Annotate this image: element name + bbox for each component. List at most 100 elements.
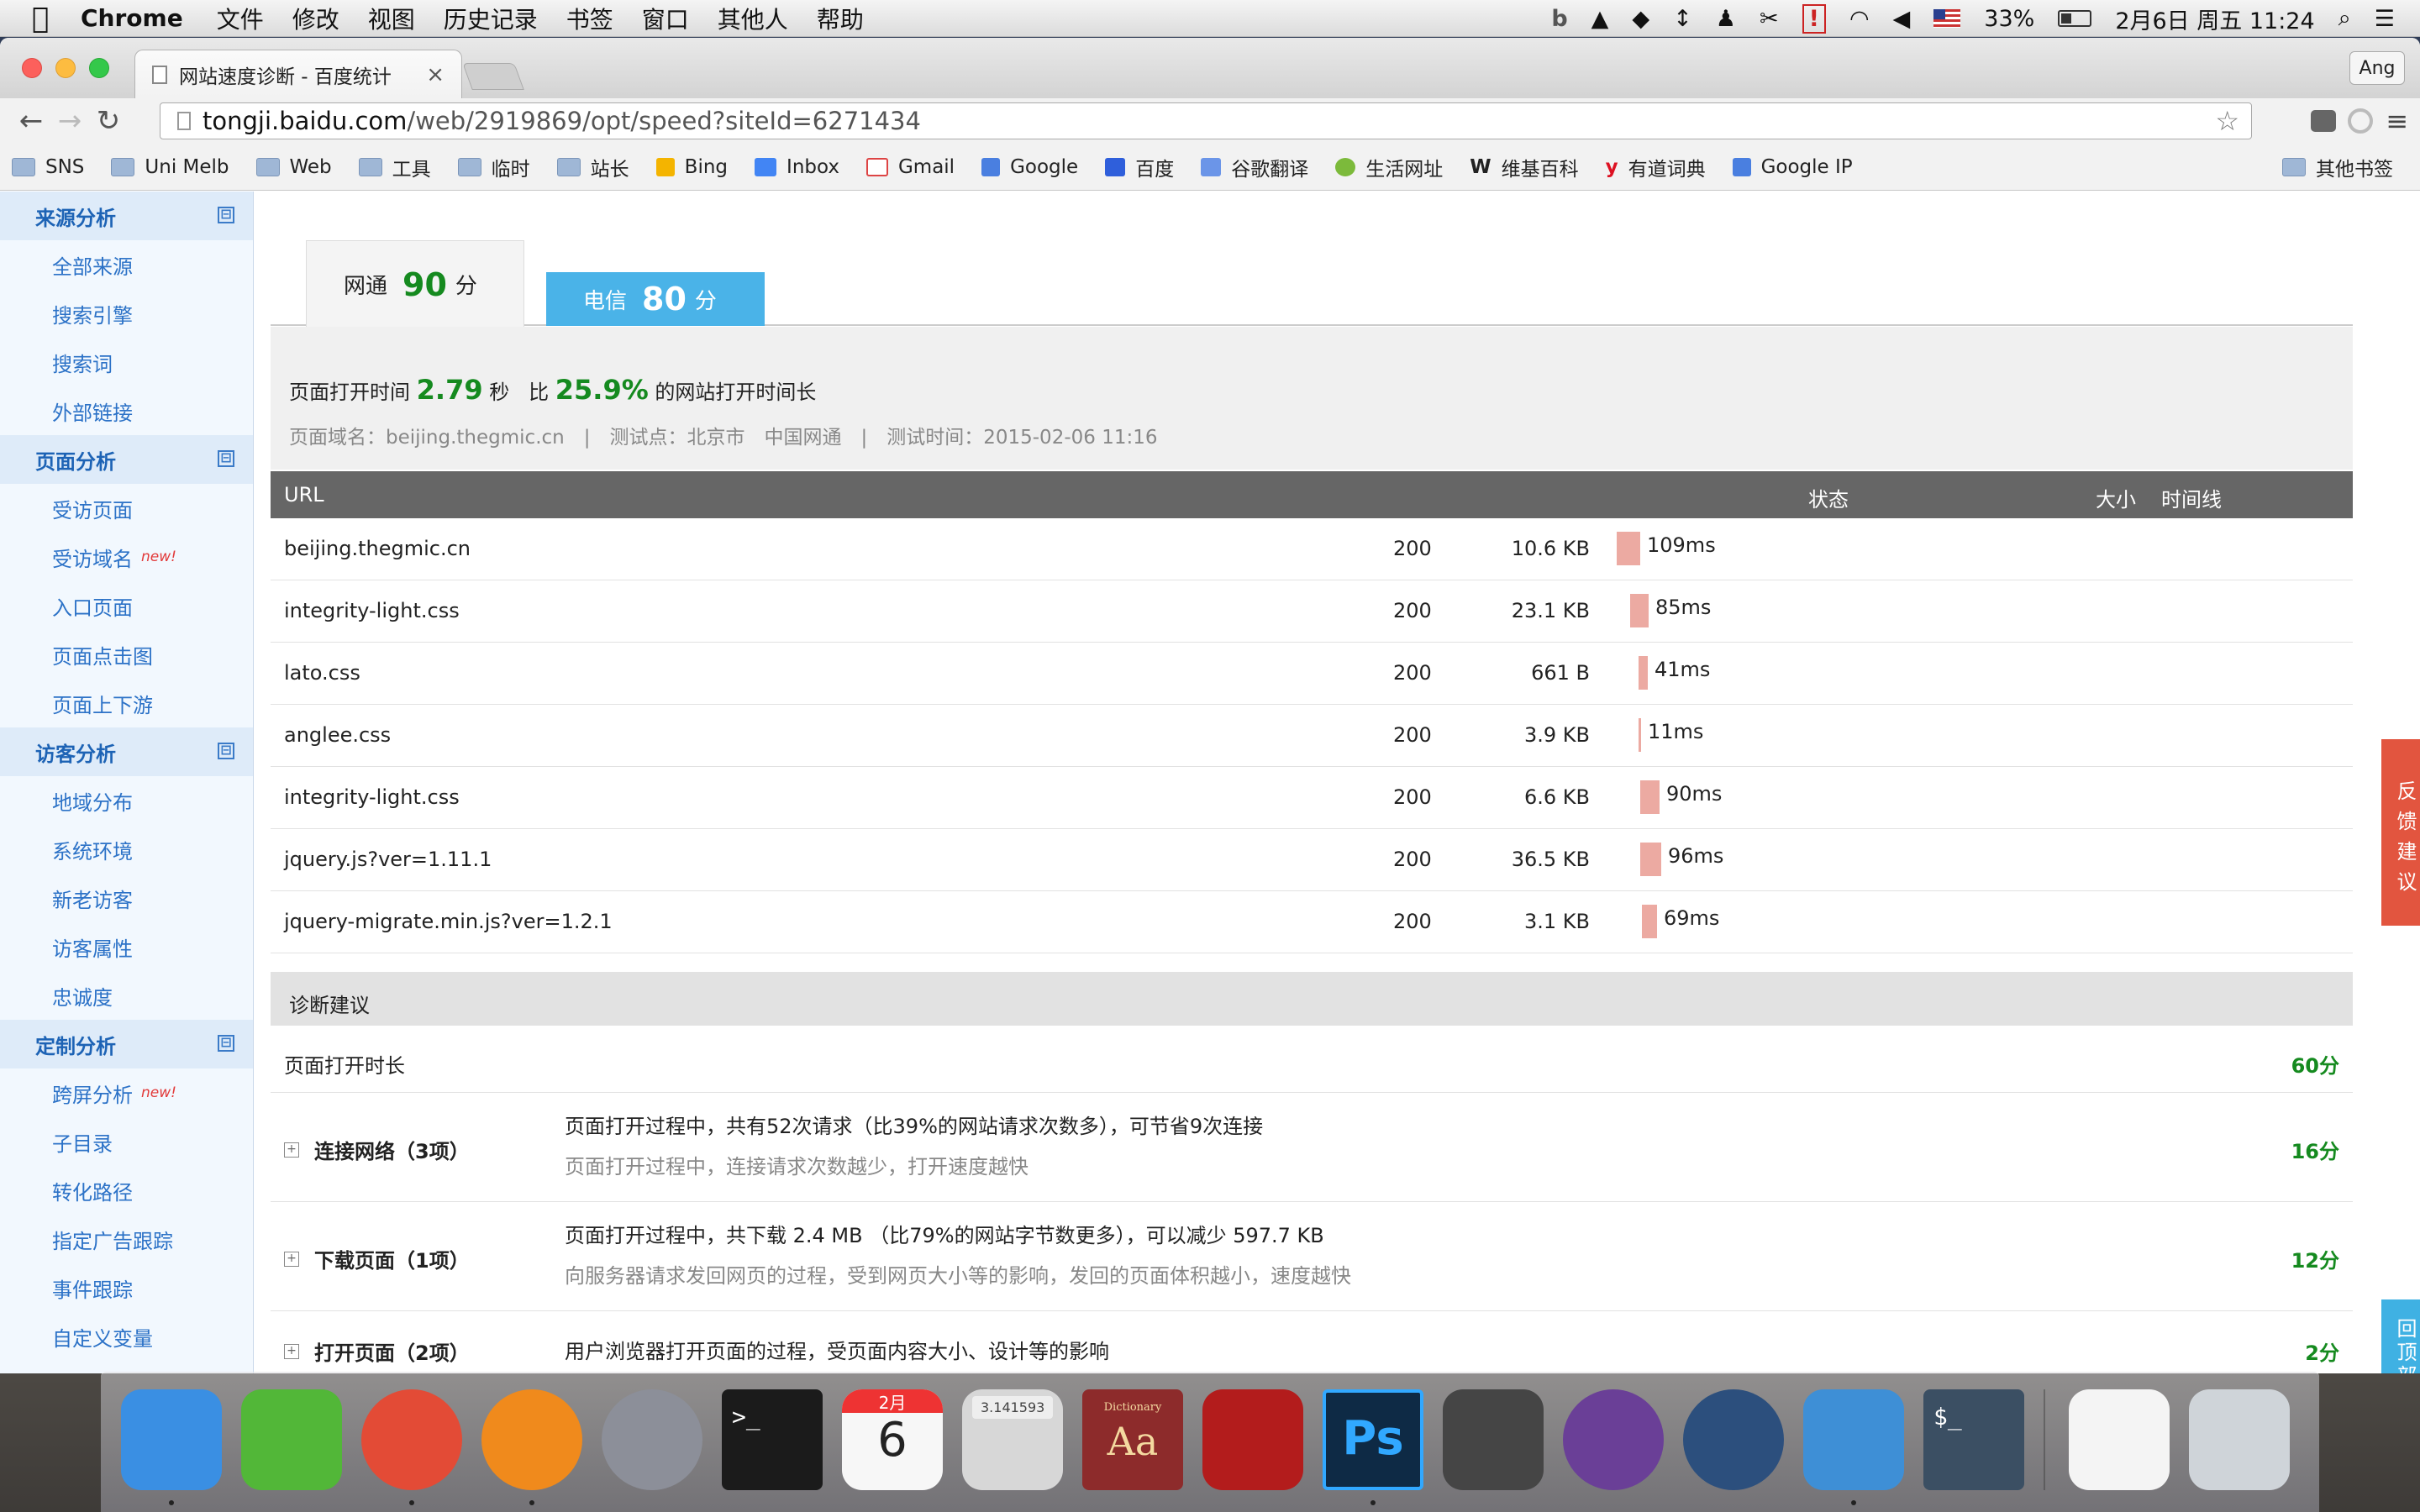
back-to-top-button[interactable]: 回顶部 <box>2381 1299 2420 1373</box>
sidebar-item[interactable]: 全部来源 <box>0 240 253 289</box>
dock-photoshop-icon[interactable]: Ps <box>1323 1389 1423 1490</box>
bookmark-baidu[interactable]: 百度 <box>1105 153 1174 181</box>
address-bar[interactable]: tongji.baidu.com/web/2919869/opt/speed?s… <box>160 102 2252 139</box>
menu-window[interactable]: 窗口 <box>642 2 689 35</box>
menubar-app-name[interactable]: Chrome <box>81 4 183 32</box>
bookmark-bing[interactable]: Bing <box>655 156 728 178</box>
expand-plus-icon[interactable]: + <box>284 1343 299 1359</box>
menu-people[interactable]: 其他人 <box>718 2 788 35</box>
bookmark-gmail[interactable]: Gmail <box>865 156 955 178</box>
bookmark-tools[interactable]: 工具 <box>358 153 431 181</box>
sidebar-item[interactable]: 搜索引擎 <box>0 289 253 338</box>
wifi-icon[interactable]: ◠ <box>1849 6 1870 32</box>
sidebar-item[interactable]: 指定广告跟踪 <box>0 1215 253 1263</box>
sidebar-item[interactable]: 地域分布 <box>0 776 253 825</box>
notification-center-icon[interactable]: ☰ <box>2375 6 2395 32</box>
alert-tray-icon[interactable]: ! <box>1802 3 1826 34</box>
forward-icon[interactable]: → <box>50 104 89 138</box>
minimize-window-icon[interactable] <box>55 58 76 78</box>
dock-firefox-icon[interactable] <box>481 1389 582 1490</box>
bookmark-life-sites[interactable]: 生活网址 <box>1335 153 1443 181</box>
diagnosis-expander[interactable]: + 下载页面（1项） <box>284 1244 470 1273</box>
dock-terminal-2-icon[interactable]: $_ <box>1923 1389 2024 1490</box>
dropbox-tray-icon[interactable]: ◆ <box>1632 6 1649 32</box>
sidebar-item[interactable]: 入口页面 <box>0 581 253 630</box>
apple-icon[interactable]:  <box>32 2 81 35</box>
dock-trash-icon[interactable] <box>2189 1389 2290 1490</box>
dock-launchpad-icon[interactable] <box>602 1389 702 1490</box>
browser-tab[interactable]: 网站速度诊断 - 百度统计 × <box>134 50 462 98</box>
sidebar-item[interactable]: 跨屏分析 new! <box>0 1068 253 1117</box>
sidebar-item[interactable]: 子目录 <box>0 1117 253 1166</box>
bookmark-inbox[interactable]: Inbox <box>755 156 839 178</box>
sidebar-section-header[interactable]: 来源分析 ⊟ <box>0 192 253 240</box>
close-tab-icon[interactable]: × <box>426 62 445 87</box>
bookmark-wikipedia[interactable]: W 维基百科 <box>1470 153 1578 181</box>
dock-finder-icon[interactable] <box>121 1389 222 1490</box>
collapse-icon[interactable]: ⊟ <box>218 1035 234 1052</box>
dock-document-icon[interactable] <box>2069 1389 2170 1490</box>
bookmark-star-icon[interactable]: ☆ <box>2215 105 2239 137</box>
collapse-icon[interactable]: ⊟ <box>218 207 234 223</box>
sidebar-section-header[interactable]: 页面分析 ⊟ <box>0 435 253 484</box>
flag-icon[interactable] <box>1933 9 1961 28</box>
bookmark-google[interactable]: Google <box>981 156 1078 178</box>
dock-filezilla-icon[interactable] <box>1202 1389 1303 1490</box>
bookmark-temp[interactable]: 临时 <box>457 153 530 181</box>
zoom-window-icon[interactable] <box>89 58 109 78</box>
extension-camera-icon[interactable] <box>2311 110 2336 132</box>
tab-telecom[interactable]: 电信 80 分 <box>546 272 765 326</box>
close-window-icon[interactable] <box>22 58 42 78</box>
back-icon[interactable]: ← <box>12 104 50 138</box>
collapse-icon[interactable]: ⊟ <box>218 743 234 759</box>
new-tab-button[interactable] <box>462 63 524 90</box>
sidebar-item[interactable]: 受访域名 new! <box>0 533 253 581</box>
feedback-button[interactable]: 反馈建议 <box>2381 739 2420 926</box>
menu-bookmarks[interactable]: 书签 <box>566 2 613 35</box>
sidebar-section-header[interactable]: 定制分析 ⊟ <box>0 1020 253 1068</box>
menu-view[interactable]: 视图 <box>368 2 415 35</box>
extension-circle-icon[interactable] <box>2348 108 2373 134</box>
chrome-menu-icon[interactable]: ≡ <box>2386 105 2408 137</box>
sidebar-item[interactable]: 搜索词 <box>0 338 253 386</box>
bookmark-uni-melb[interactable]: Uni Melb <box>111 156 229 178</box>
bookmark-google-translate[interactable]: 谷歌翻译 <box>1201 153 1308 181</box>
menu-file[interactable]: 文件 <box>217 2 264 35</box>
spotlight-icon[interactable]: ⌕ <box>2338 5 2351 32</box>
dock-github-icon[interactable] <box>1563 1389 1664 1490</box>
expand-plus-icon[interactable]: + <box>284 1142 299 1158</box>
bookmark-youdao[interactable]: y 有道词典 <box>1606 153 1706 181</box>
menu-edit[interactable]: 修改 <box>292 2 339 35</box>
sidebar-item[interactable]: 系统环境 <box>0 825 253 874</box>
dock-xee-icon[interactable] <box>1803 1389 1904 1490</box>
sidebar-item[interactable]: 受访页面 <box>0 484 253 533</box>
sidebar-item[interactable]: 访客属性 <box>0 922 253 971</box>
battery-icon[interactable] <box>2058 10 2092 27</box>
sidebar-item[interactable]: 事件跟踪 <box>0 1263 253 1312</box>
scissors-tray-icon[interactable]: ✂ <box>1760 6 1779 32</box>
dock-sublime-text-icon[interactable] <box>1443 1389 1544 1490</box>
reload-icon[interactable]: ↻ <box>89 104 128 138</box>
sidebar-item[interactable]: 自定义变量 <box>0 1312 253 1361</box>
drive-tray-icon[interactable]: ▲ <box>1591 6 1609 32</box>
dock-chrome-icon[interactable] <box>361 1389 462 1490</box>
sidebar-section-header[interactable]: 访客分析 ⊟ <box>0 727 253 776</box>
dock-calendar-icon[interactable]: 2月 6 <box>842 1389 943 1490</box>
bing-tray-icon[interactable]: b <box>1551 6 1567 32</box>
dock-wechat-icon[interactable] <box>241 1389 342 1490</box>
bookmark-google-ip[interactable]: Google IP <box>1732 156 1853 178</box>
bookmark-webmaster[interactable]: 站长 <box>556 153 629 181</box>
diagnosis-expander[interactable]: + 连接网络（3项） <box>284 1135 470 1164</box>
dock-sourcetree-icon[interactable] <box>1683 1389 1784 1490</box>
alfred-tray-icon[interactable]: ♟ <box>1716 6 1736 32</box>
sidebar-item[interactable]: 外部链接 <box>0 386 253 435</box>
bookmark-web[interactable]: Web <box>255 156 332 178</box>
tab-cnc[interactable]: 网通 90 分 <box>306 240 524 328</box>
arrows-tray-icon[interactable]: ↕ <box>1673 6 1692 32</box>
bookmark-sns[interactable]: SNS <box>12 156 84 178</box>
profile-button[interactable]: Ang <box>2349 51 2405 85</box>
sidebar-item[interactable]: 页面上下游 <box>0 679 253 727</box>
sidebar-item[interactable]: 忠诚度 <box>0 971 253 1020</box>
sidebar-item[interactable]: 转化路径 <box>0 1166 253 1215</box>
sidebar-item[interactable]: 新老访客 <box>0 874 253 922</box>
